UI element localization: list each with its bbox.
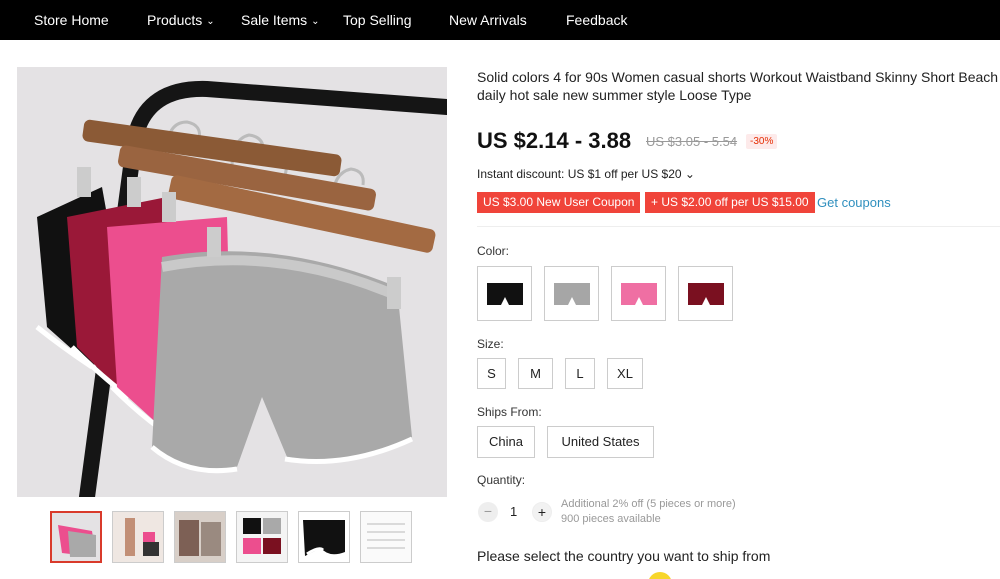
size-option-m[interactable]: M — [518, 358, 553, 389]
thumbnail-5[interactable] — [298, 511, 350, 563]
chevron-down-icon: ⌄ — [311, 16, 320, 27]
nav-feedback-label: Feedback — [566, 12, 628, 28]
nav-store-home-label: Store Home — [34, 12, 109, 28]
pieces-available: 900 pieces available — [561, 513, 661, 525]
shorts-swatch-image — [553, 282, 590, 305]
thumbnail-image — [361, 512, 411, 562]
shorts-swatch-image — [620, 282, 657, 305]
instant-discount[interactable]: Instant discount: US $1 off per US $20 ⌄ — [477, 167, 695, 181]
thumbnail-image — [175, 512, 225, 562]
size-option-l[interactable]: L — [565, 358, 595, 389]
thumbnail-6[interactable] — [360, 511, 412, 563]
original-price: US $3.05 - 5.54 — [646, 134, 738, 149]
nav-new-arrivals-label: New Arrivals — [449, 12, 527, 28]
main-product-image[interactable] — [17, 67, 447, 497]
bulk-discount-note: Additional 2% off (5 pieces or more) — [561, 498, 736, 510]
color-option-wine-red[interactable] — [678, 266, 733, 321]
thumbnail-strip — [50, 511, 420, 563]
emoji-icon — [648, 572, 672, 579]
nav-products-label: Products — [147, 12, 203, 28]
shorts-swatch-image — [486, 282, 523, 305]
color-option-black[interactable] — [477, 266, 532, 321]
ships-from-united-states[interactable]: United States — [547, 426, 654, 458]
store-coupon[interactable]: + US $2.00 off per US $15.00 — [645, 192, 815, 213]
nav-products[interactable]: Products ⌄ — [147, 0, 215, 40]
chevron-down-icon: ⌄ — [206, 16, 215, 27]
nav-store-home[interactable]: Store Home — [34, 0, 109, 40]
new-user-coupon[interactable]: US $3.00 New User Coupon — [477, 192, 641, 213]
product-photo — [17, 67, 447, 497]
discount-badge: -30% — [746, 134, 778, 149]
thumbnail-4[interactable] — [236, 511, 288, 563]
quantity-decrease-button[interactable]: − — [478, 502, 498, 522]
nav-top-selling-label: Top Selling — [343, 12, 412, 28]
thumbnail-image — [237, 512, 287, 562]
nav-feedback[interactable]: Feedback — [566, 0, 627, 40]
shorts-swatch-image — [687, 282, 724, 305]
nav-new-arrivals[interactable]: New Arrivals — [449, 0, 527, 40]
thumbnail-1[interactable] — [50, 511, 102, 563]
size-label: Size: — [477, 337, 504, 351]
get-coupons-link[interactable]: Get coupons — [817, 195, 891, 210]
thumbnail-image — [113, 512, 163, 562]
price: US $2.14 - 3.88 — [477, 128, 632, 153]
color-label: Color: — [477, 244, 510, 258]
size-option-xl[interactable]: XL — [607, 358, 643, 389]
color-option-gray[interactable] — [544, 266, 599, 321]
product-title: Solid colors 4 for 90s Women casual shor… — [477, 69, 999, 103]
thumbnail-2[interactable] — [112, 511, 164, 563]
nav-sale-items[interactable]: Sale Items ⌄ — [241, 0, 320, 40]
size-option-s[interactable]: S — [477, 358, 506, 389]
thumbnail-3[interactable] — [174, 511, 226, 563]
quantity-value[interactable]: 1 — [510, 504, 517, 519]
top-nav: Store Home Products ⌄ Sale Items ⌄ Top Sel… — [0, 0, 1000, 40]
quantity-label: Quantity: — [477, 473, 526, 487]
thumbnail-image — [52, 513, 100, 561]
nav-sale-items-label: Sale Items — [241, 12, 308, 28]
ship-from-message: Please select the country you want to sh… — [477, 548, 771, 564]
color-option-pink[interactable] — [611, 266, 666, 321]
ships-from-label: Ships From: — [477, 405, 542, 419]
divider — [477, 226, 1000, 227]
quantity-increase-button[interactable]: + — [532, 502, 552, 522]
ships-from-china[interactable]: China — [477, 426, 535, 458]
nav-top-selling[interactable]: Top Selling — [343, 0, 412, 40]
thumbnail-image — [299, 512, 349, 562]
